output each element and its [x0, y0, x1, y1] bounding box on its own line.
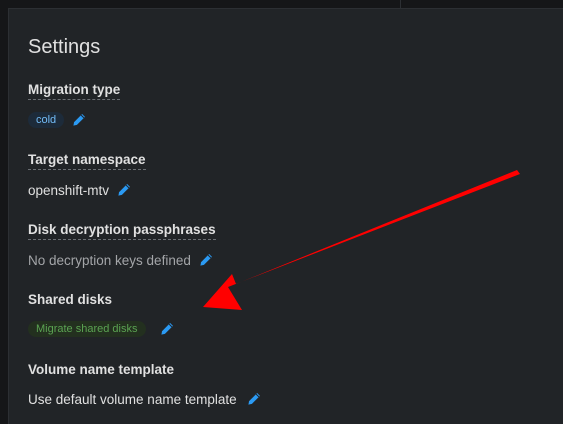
- edit-shared-disks-button[interactable]: [158, 320, 176, 338]
- page: Settings Migration type cold Target name…: [0, 0, 563, 424]
- pencil-icon: [73, 114, 86, 126]
- pencil-icon: [160, 323, 173, 335]
- shared-disks-term[interactable]: Shared disks: [28, 292, 112, 309]
- settings-card: Settings Migration type cold Target name…: [8, 8, 563, 424]
- migration-type-desc: cold: [28, 110, 120, 130]
- shared-disks-label: Migrate shared disks: [28, 321, 146, 337]
- pencil-icon: [248, 393, 260, 405]
- target-namespace-term[interactable]: Target namespace: [28, 152, 146, 170]
- pencil-icon: [200, 254, 212, 266]
- disk-decryption-desc: No decryption keys defined: [28, 250, 216, 270]
- disk-decryption-value: No decryption keys defined: [28, 252, 191, 268]
- shared-disks-desc: Migrate shared disks: [28, 319, 176, 339]
- disk-decryption-term[interactable]: Disk decryption passphrases: [28, 222, 216, 240]
- settings-title: Settings: [28, 36, 101, 58]
- volume-name-template-group: Volume name template Use default volume …: [28, 361, 263, 409]
- edit-volume-name-template-button[interactable]: [245, 390, 263, 408]
- edit-disk-decryption-button[interactable]: [197, 251, 215, 269]
- volume-name-template-term[interactable]: Volume name template: [28, 362, 174, 379]
- pencil-icon: [118, 184, 130, 196]
- edit-migration-type-button[interactable]: [70, 111, 88, 129]
- left-background-strip: [0, 0, 8, 424]
- migration-type-term[interactable]: Migration type: [28, 82, 121, 100]
- volume-name-template-desc: Use default volume name template: [28, 389, 263, 409]
- edit-target-namespace-button[interactable]: [115, 181, 133, 199]
- disk-decryption-group: Disk decryption passphrases No decryptio…: [28, 221, 216, 270]
- target-namespace-value: openshift-mtv: [28, 182, 110, 198]
- target-namespace-desc: openshift-mtv: [28, 180, 146, 200]
- migration-type-group: Migration type cold: [28, 81, 121, 130]
- top-background-edge: [8, 0, 563, 8]
- shared-disks-group: Shared disks Migrate shared disks: [28, 291, 176, 339]
- volume-name-template-value: Use default volume name template: [28, 391, 237, 407]
- migration-type-label: cold: [28, 112, 65, 128]
- target-namespace-group: Target namespace openshift-mtv: [28, 151, 146, 200]
